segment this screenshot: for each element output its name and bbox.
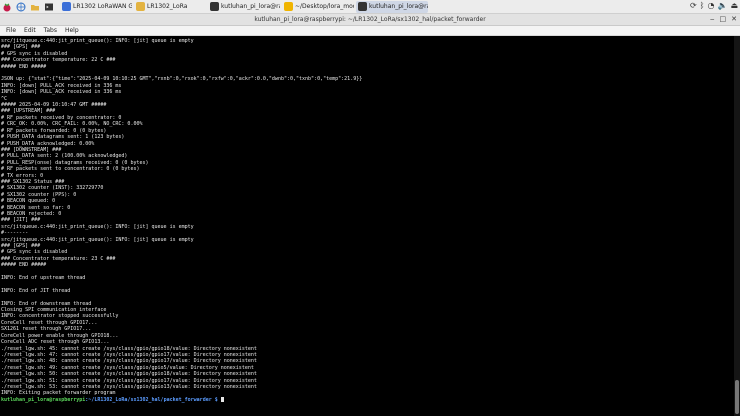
- volume-icon[interactable]: 🔈: [717, 1, 727, 10]
- web-browser-icon[interactable]: [16, 2, 26, 12]
- terminal-output[interactable]: src/jitqueue.c:440:jit_print_queue(): IN…: [0, 36, 734, 416]
- close-icon[interactable]: ✕: [731, 14, 737, 25]
- taskbar-task[interactable]: LR1302 LoRaWAN G...: [60, 1, 132, 13]
- prompt-user: kutluhan_pi_lora@raspberrypi: [1, 396, 86, 403]
- taskbar-task[interactable]: ~/Desktop/lora_mod...: [282, 1, 354, 13]
- terminal-launcher-icon[interactable]: [44, 2, 54, 12]
- shell-prompt[interactable]: kutluhan_pi_lora@raspberrypi:~/LR1302_Lo…: [1, 396, 734, 403]
- chromium-icon: [62, 2, 71, 11]
- taskbar-task[interactable]: kutluhan_pi_lora@ra...: [356, 0, 428, 13]
- terminal-scrollbar[interactable]: [734, 36, 740, 416]
- editor-icon: [284, 2, 293, 11]
- taskbar-task-label: kutluhan_pi_lora@ra...: [221, 3, 280, 10]
- wifi-icon[interactable]: ◔: [707, 1, 714, 10]
- scrollbar-thumb[interactable]: [735, 380, 739, 414]
- window-titlebar[interactable]: kutluhan_pi_lora@raspberrypi: ~/LR1302_L…: [0, 14, 740, 26]
- menu-tabs[interactable]: Tabs: [44, 26, 57, 35]
- taskbar-task-label: ~/Desktop/lora_mod...: [295, 3, 354, 10]
- window-title: kutluhan_pi_lora@raspberrypi: ~/LR1302_L…: [254, 16, 486, 23]
- taskbar: LR1302 LoRaWAN G... LR1302_LoRa kutluhan_p…: [0, 0, 740, 14]
- file-manager-icon[interactable]: [30, 2, 40, 12]
- updater-icon[interactable]: ⟳: [690, 1, 697, 10]
- folder-icon: [136, 2, 145, 11]
- menu-edit[interactable]: Edit: [24, 26, 36, 35]
- task-list: LR1302 LoRaWAN G... LR1302_LoRa kutluhan_p…: [60, 0, 430, 13]
- prompt-path: :~/LR1302_LoRa/sx1302_hal/packet_forward…: [85, 396, 218, 403]
- text-cursor: [220, 396, 224, 402]
- menu-help[interactable]: Help: [65, 26, 79, 35]
- bluetooth-icon[interactable]: ᛒ: [700, 1, 705, 10]
- taskbar-task[interactable]: LR1302_LoRa: [134, 1, 206, 13]
- taskbar-task-label: LR1302 LoRaWAN G...: [73, 3, 132, 10]
- menu-bar: File Edit Tabs Help: [0, 26, 740, 36]
- maximize-icon[interactable]: □: [720, 14, 727, 25]
- raspberry-menu-icon[interactable]: [2, 2, 12, 12]
- system-tray: ⟳ ᛒ ◔ 🔈 ⏏: [690, 1, 738, 10]
- terminal-icon: [358, 2, 367, 11]
- taskbar-task[interactable]: kutluhan_pi_lora@ra...: [208, 1, 280, 13]
- terminal-text: src/jitqueue.c:440:jit_print_queue(): IN…: [0, 36, 734, 403]
- eject-icon[interactable]: ⏏: [730, 1, 738, 10]
- taskbar-task-label: kutluhan_pi_lora@ra...: [369, 3, 428, 10]
- taskbar-task-label: LR1302_LoRa: [147, 3, 188, 10]
- minimize-icon[interactable]: ‒: [710, 14, 714, 25]
- terminal-icon: [210, 2, 219, 11]
- menu-file[interactable]: File: [6, 26, 16, 35]
